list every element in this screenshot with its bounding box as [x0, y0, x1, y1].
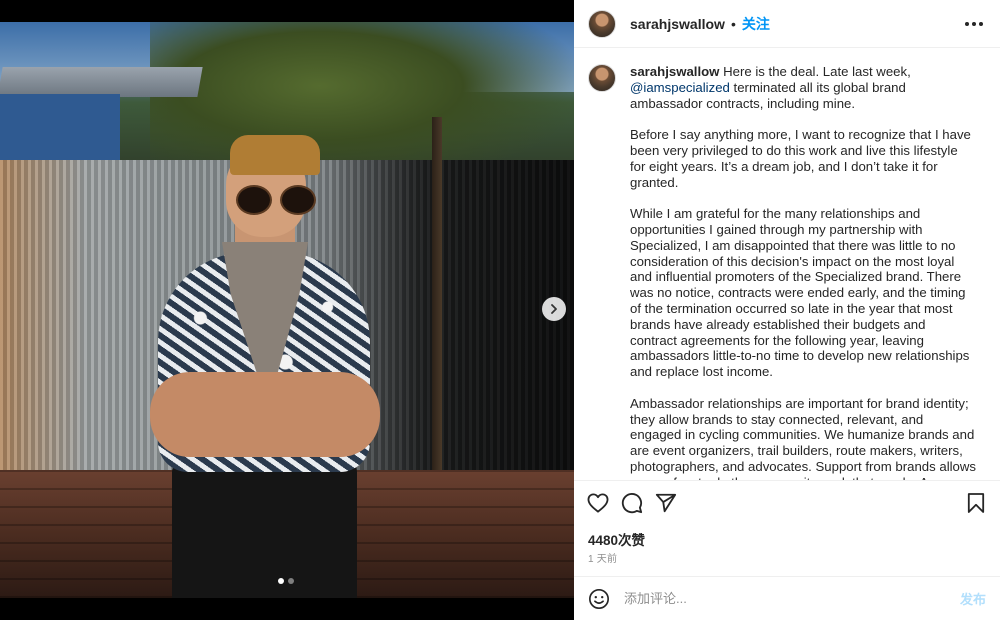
- carousel-dot: [288, 578, 294, 584]
- caption-paragraph-4: Ambassador relationships are important f…: [630, 395, 977, 480]
- comment-input[interactable]: [624, 586, 944, 611]
- person-sunglasses: [236, 185, 316, 215]
- person-arms: [150, 372, 380, 457]
- post-media: [0, 0, 574, 620]
- emoji-button[interactable]: [588, 588, 610, 610]
- person-cap: [230, 135, 320, 175]
- more-options-button[interactable]: [964, 14, 984, 34]
- post-comment-button[interactable]: 发布: [960, 589, 986, 608]
- photo-person: [150, 117, 380, 598]
- share-button[interactable]: [654, 491, 678, 515]
- like-count[interactable]: 4480次赞: [588, 529, 645, 549]
- caption-username[interactable]: sarahjswallow: [630, 64, 719, 79]
- photo-shed-roof: [0, 67, 203, 97]
- post-header: sarahjswallow • 关注: [574, 0, 1000, 48]
- carousel-indicator: [278, 578, 294, 584]
- like-button[interactable]: [586, 491, 610, 515]
- person-pants: [172, 462, 357, 598]
- caption-paragraph-3: While I am grateful for the many relatio…: [630, 206, 970, 380]
- post-photo[interactable]: [0, 22, 574, 598]
- comment-bar: 发布: [574, 576, 1000, 620]
- post-actions: 4480次赞 1 天前: [574, 480, 1000, 576]
- caption-first-part: Here is the deal. Late last week,: [723, 64, 911, 79]
- caption-paragraph-2: Before I say anything more, I want to re…: [630, 127, 971, 190]
- action-icons: [586, 491, 678, 515]
- avatar[interactable]: [588, 9, 616, 38]
- comment-icon: [621, 493, 643, 514]
- caption-text: sarahjswallow Here is the deal. Late las…: [630, 64, 976, 480]
- post-details-panel: sarahjswallow • 关注 sarahjswallow Here is…: [574, 0, 1000, 620]
- follow-button[interactable]: 关注: [742, 14, 770, 34]
- caption-scroll-area[interactable]: sarahjswallow Here is the deal. Late las…: [574, 48, 1000, 480]
- caption-mention-link[interactable]: @iamspecialized: [630, 80, 730, 95]
- post-modal: sarahjswallow • 关注 sarahjswallow Here is…: [0, 0, 1000, 620]
- save-button[interactable]: [964, 491, 988, 515]
- emoji-icon: [589, 588, 609, 609]
- chevron-right-icon: [551, 304, 557, 314]
- caption-paragraph-1: sarahjswallow Here is the deal. Late las…: [630, 64, 976, 111]
- send-icon: [655, 493, 677, 513]
- carousel-dot-active: [278, 578, 284, 584]
- more-horizontal-icon: [965, 22, 983, 26]
- bookmark-icon: [967, 493, 985, 513]
- post-timestamp[interactable]: 1 天前: [588, 550, 617, 565]
- header-separator: •: [730, 15, 736, 32]
- header-username[interactable]: sarahjswallow: [630, 16, 725, 32]
- heart-icon: [587, 493, 609, 513]
- caption-avatar[interactable]: [588, 64, 616, 92]
- carousel-next-button[interactable]: [542, 297, 566, 321]
- comment-button[interactable]: [620, 491, 644, 515]
